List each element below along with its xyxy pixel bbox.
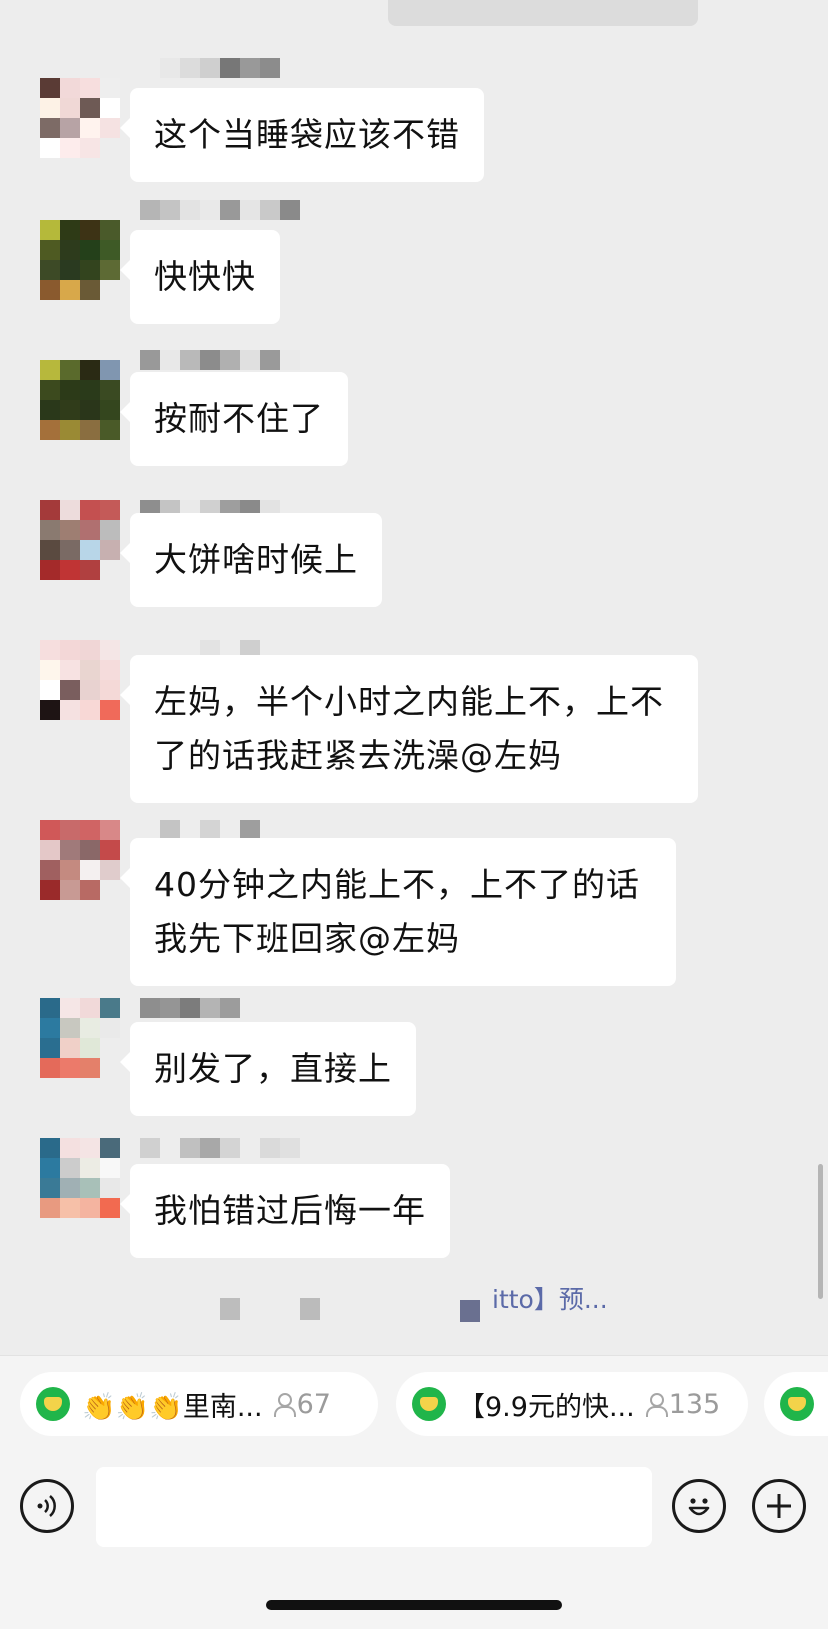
group-heart-icon	[780, 1387, 814, 1421]
group-chip[interactable]: 【9.9元的快... 135	[396, 1372, 748, 1436]
sender-name-blurred	[140, 998, 240, 1018]
avatar[interactable]	[40, 220, 120, 300]
notice-text[interactable]: itto】预...	[492, 1280, 608, 1316]
blurred-notice-fragment	[460, 1300, 480, 1322]
avatar[interactable]	[40, 78, 120, 158]
voice-button[interactable]	[20, 1479, 74, 1533]
sender-name-blurred	[140, 350, 300, 370]
message-text: 大饼啥时候上	[154, 540, 358, 579]
avatar[interactable]	[40, 820, 120, 900]
message-text: 别发了，直接上	[154, 1049, 392, 1088]
group-chip-title: 👏👏👏里南...	[82, 1391, 263, 1423]
message-text: 按耐不住了	[154, 399, 324, 438]
member-count-value: 67	[296, 1388, 331, 1420]
member-count: 67	[273, 1389, 331, 1420]
message-text: 左妈，半个小时之内能上不，上不了的话我赶紧去洗澡@左妈	[154, 682, 664, 775]
message-text: 我怕错过后悔一年	[154, 1191, 426, 1230]
group-chip[interactable]: 👏👏👏里南... 67	[20, 1372, 378, 1436]
previous-message-fragment	[388, 0, 698, 26]
message-text: 40分钟之内能上不，上不了的话我先下班回家@左妈	[154, 865, 640, 958]
pinned-notice[interactable]: itto】预...	[0, 1280, 828, 1322]
group-chip-bar: 👏👏👏里南... 67 【9.9元的快... 135 L	[0, 1355, 828, 1449]
person-icon	[645, 1392, 668, 1417]
message-bubble[interactable]: 我怕错过后悔一年	[120, 1164, 450, 1258]
home-indicator[interactable]	[266, 1600, 562, 1610]
avatar[interactable]	[40, 998, 120, 1078]
scrollbar[interactable]	[818, 1164, 823, 1299]
group-chip-title: 【9.9元的快...	[458, 1391, 635, 1423]
person-icon	[273, 1392, 296, 1417]
group-heart-icon	[412, 1387, 446, 1421]
sender-name-blurred	[160, 58, 280, 78]
message-bubble[interactable]: 这个当睡袋应该不错	[120, 88, 484, 182]
group-chip[interactable]: L	[764, 1372, 828, 1436]
message-bubble[interactable]: 40分钟之内能上不，上不了的话我先下班回家@左妈	[120, 838, 676, 986]
message-text: 这个当睡袋应该不错	[154, 115, 460, 154]
avatar[interactable]	[40, 500, 120, 580]
member-count-value: 135	[668, 1388, 721, 1420]
message-bubble[interactable]: 大饼啥时候上	[120, 513, 382, 607]
avatar[interactable]	[40, 640, 120, 720]
blurred-notice-fragment	[220, 1298, 320, 1320]
avatar[interactable]	[40, 1138, 120, 1218]
message-bubble[interactable]: 按耐不住了	[120, 372, 348, 466]
message-bubble[interactable]: 左妈，半个小时之内能上不，上不了的话我赶紧去洗澡@左妈	[120, 655, 698, 803]
voice-icon	[37, 1495, 56, 1517]
sender-name-blurred	[140, 1138, 300, 1158]
member-count: 135	[645, 1388, 721, 1420]
message-input[interactable]	[96, 1467, 652, 1547]
message-bubble[interactable]: 别发了，直接上	[120, 1022, 416, 1116]
plus-icon	[767, 1494, 791, 1518]
message-text: 快快快	[154, 257, 256, 296]
emoji-button[interactable]	[672, 1479, 726, 1533]
group-heart-icon	[36, 1387, 70, 1421]
emoji-icon	[688, 1498, 710, 1516]
avatar[interactable]	[40, 360, 120, 440]
plus-button[interactable]	[752, 1479, 806, 1533]
sender-name-blurred	[160, 820, 260, 840]
sender-name-blurred	[140, 200, 300, 220]
message-bubble[interactable]: 快快快	[120, 230, 280, 324]
